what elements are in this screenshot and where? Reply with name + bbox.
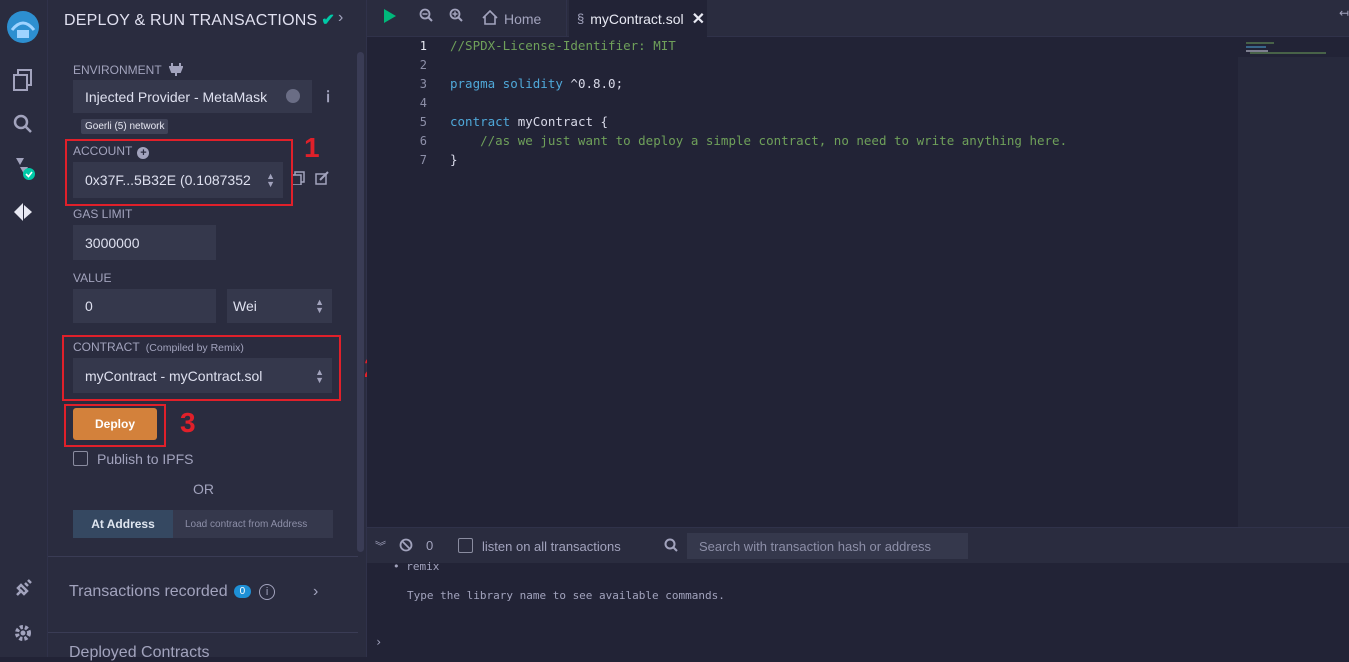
at-address-button[interactable]: At Address [73,510,173,538]
pending-tx-count: 0 [426,538,434,553]
updown-arrows-icon: ▲ ▼ [315,297,324,315]
terminal-prompt-icon[interactable]: › [375,635,382,649]
gas-limit-label: GAS LIMIT [73,207,133,221]
deployed-contracts-label[interactable]: Deployed Contracts [69,644,210,662]
chevron-right-icon[interactable]: › [313,583,318,601]
solidity-file-icon: § [577,11,585,26]
search-icon [664,538,678,557]
annotation-box-3 [64,404,166,447]
environment-select[interactable]: Injected Provider - MetaMask [73,80,312,113]
dropdown-circle-icon [286,89,300,103]
annotation-number-1: 1 [304,132,320,163]
environment-label-text: ENVIRONMENT [73,63,162,77]
icon-sidebar [0,0,48,657]
check-icon: ✔ [321,12,335,29]
terminal-line: • remix [393,560,440,573]
code-text: ^0.8.0; [562,76,624,91]
transactions-label: Transactions recorded [69,583,228,600]
code-keyword: pragma solidity [450,76,563,91]
annotation-box-1 [65,139,293,206]
panel-title-text: DEPLOY & RUN TRANSACTIONS [64,12,318,29]
code-keyword: contract [450,114,511,129]
divider [48,632,358,633]
arrow-left-icon[interactable]: ↤ [1339,6,1349,20]
terminal-remix-text: remix [406,560,440,573]
zoom-out-icon[interactable] [419,8,433,26]
publish-ipfs-label: Publish to IPFS [97,451,194,467]
solidity-compiler-icon[interactable] [10,155,36,181]
home-icon [482,9,498,28]
terminal-toolbar: ︾ 0 listen on all transactions Search wi… [367,527,1349,563]
search-icon[interactable] [10,111,36,137]
value-input[interactable]: 0 [73,289,216,323]
remix-logo-icon[interactable] [4,8,42,46]
divider [48,556,358,557]
settings-gear-icon[interactable] [10,620,36,646]
line-number: 7 [419,153,427,167]
value-label: VALUE [73,271,112,285]
info-icon[interactable]: i [259,584,276,600]
deploy-run-icon[interactable] [10,199,36,225]
environment-label: ENVIRONMENT [73,62,184,77]
or-label: OR [193,481,214,497]
tab-home[interactable]: Home [482,0,567,37]
line-number: 2 [419,58,427,72]
tab-mycontract[interactable]: § myContract.sol ✕ [569,0,707,37]
edit-icon[interactable] [315,171,329,190]
value-unit-select[interactable]: Wei ▲ ▼ [227,289,332,323]
clear-console-icon[interactable] [399,538,413,557]
publish-ipfs-checkbox[interactable] [73,451,88,466]
file-explorer-icon[interactable] [10,67,36,93]
terminal-output[interactable]: • remix Type the library name to see ava… [367,560,1349,657]
tab-home-label: Home [504,10,542,27]
line-number: 3 [419,77,427,91]
transactions-recorded[interactable]: Transactions recorded 0 i [69,583,276,601]
tx-search-input[interactable]: Search with transaction hash or address [687,533,968,559]
minimap[interactable] [1238,42,1349,527]
load-address-input[interactable]: Load contract from Address [173,510,333,538]
code-line-3: pragma solidity ^0.8.0; [450,76,623,91]
code-line-7: } [450,152,458,167]
listen-all-label: listen on all transactions [482,539,621,554]
plug-icon [168,63,184,77]
transactions-count-badge: 0 [233,585,252,598]
gas-limit-input[interactable]: 3000000 [73,225,216,260]
panel-title: DEPLOY & RUN TRANSACTIONS ✔ [64,10,335,30]
line-number: 4 [419,96,427,110]
terminal-line: Type the library name to see available c… [407,589,725,602]
value-unit: Wei [233,298,257,314]
copy-icon[interactable] [291,171,305,190]
annotation-number-3: 3 [180,407,196,438]
close-icon[interactable]: ✕ [692,9,705,29]
code-line-6: //as we just want to deploy a simple con… [450,133,1068,148]
line-number: 5 [419,115,427,129]
code-text: myContract { [510,114,609,129]
run-play-icon[interactable] [383,8,397,28]
tab-mycontract-label: myContract.sol [590,10,684,27]
value-amount: 0 [85,298,93,314]
network-badge: Goerli (5) network [81,119,169,134]
annotation-box-2 [62,335,341,401]
code-line-5: contract myContract { [450,114,608,129]
plugin-manager-icon[interactable] [10,576,36,602]
editor-tab-bar: Home § myContract.sol ✕ ↤ [367,0,1349,37]
line-number-gutter: 1 2 3 4 5 6 7 [367,37,449,527]
code-editor[interactable]: 1 2 3 4 5 6 7 //SPDX-License-Identifier:… [367,37,1349,527]
environment-value: Injected Provider - MetaMask [85,88,268,105]
line-number: 6 [419,134,427,148]
line-number: 1 [419,39,427,53]
gas-limit-value: 3000000 [85,234,140,251]
listen-all-checkbox[interactable] [458,538,473,553]
environment-info-icon[interactable]: ⅰ [326,88,330,106]
panel-scrollbar[interactable] [357,52,364,552]
zoom-in-icon[interactable] [449,8,463,26]
code-line-1: //SPDX-License-Identifier: MIT [450,38,676,53]
collapse-chevrons-icon[interactable]: ︾ [375,538,386,554]
chevron-right-icon[interactable]: › [338,9,343,27]
